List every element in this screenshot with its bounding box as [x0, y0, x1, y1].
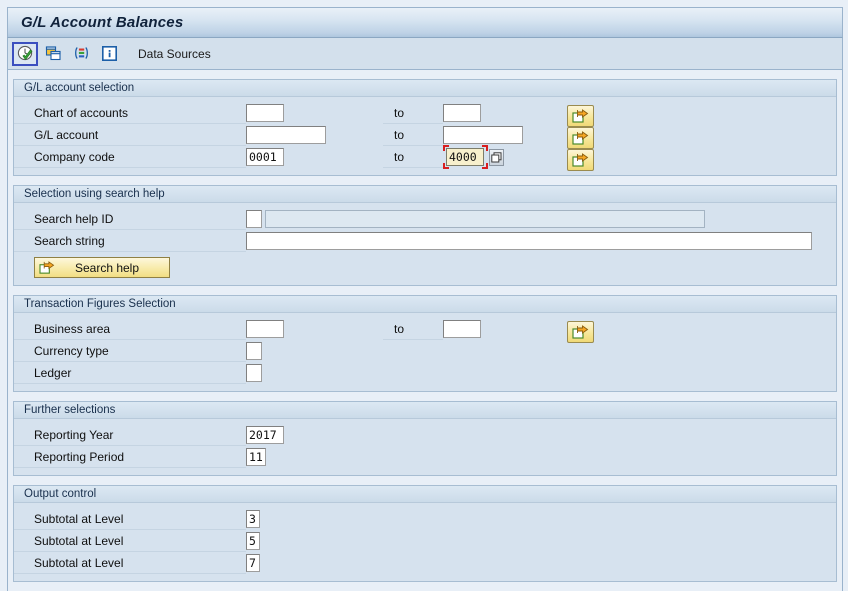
input-subtotal-at-level-1[interactable] [246, 510, 260, 528]
row-company-code: Company code to [14, 145, 836, 171]
multiple-selection-button-company-code[interactable] [567, 149, 594, 171]
execute-icon [17, 45, 34, 62]
to-label-gl-account: to [383, 124, 443, 146]
focus-corner-top-right [482, 145, 488, 151]
group-title: G/L account selection [24, 82, 135, 94]
input-company-code-to[interactable] [446, 148, 484, 166]
group-body-further-selections: Reporting Year Reporting Period [14, 419, 836, 475]
group-header-output-control: Output control [14, 485, 836, 503]
label-reporting-period: Reporting Period [14, 446, 246, 468]
application-toolbar: Data Sources [7, 38, 843, 70]
label-subtotal-at-level-3: Subtotal at Level [14, 552, 246, 574]
matchcode-icon [491, 151, 502, 162]
matchcode-button-company-code-to[interactable] [489, 148, 504, 166]
focus-corner-bottom-right [482, 163, 488, 169]
label-ledger: Ledger [14, 362, 246, 384]
input-chart-of-accounts-from[interactable] [246, 104, 284, 122]
multiple-selection-arrow-icon [572, 108, 589, 123]
row-search-help-id: Search help ID [14, 208, 836, 230]
focused-field-wrapper-company-code-to [443, 145, 488, 169]
input-search-help-id[interactable] [246, 210, 262, 228]
get-variant-icon [45, 45, 62, 62]
group-title: Output control [24, 488, 97, 500]
group-header-selection-using-search-help: Selection using search help [14, 185, 836, 203]
label-search-string: Search string [14, 230, 246, 252]
group-selection-using-search-help: Selection using search help Search help … [13, 185, 837, 286]
sap-selection-screen: G/L Account Balances Data Sources G/L ac… [0, 0, 848, 591]
group-header-gl-account-selection: G/L account selection [14, 79, 836, 97]
label-reporting-year: Reporting Year [14, 424, 246, 446]
multiple-selection-arrow-icon [572, 324, 589, 339]
input-ledger[interactable] [246, 364, 262, 382]
group-body-output-control: Subtotal at Level Subtotal at Level Subt… [14, 503, 836, 581]
multiple-selection-arrow-icon [572, 130, 589, 145]
focus-corner-top-left [443, 145, 449, 151]
to-label-chart-of-accounts: to [383, 102, 443, 124]
label-business-area: Business area [14, 318, 246, 340]
group-body-selection-using-search-help: Search help ID Search string Search help [14, 203, 836, 285]
group-output-control: Output control Subtotal at Level Subtota… [13, 485, 837, 582]
label-subtotal-at-level-2: Subtotal at Level [14, 530, 246, 552]
input-subtotal-at-level-2[interactable] [246, 532, 260, 550]
row-chart-of-accounts: Chart of accounts to [14, 102, 836, 127]
window-title-bar: G/L Account Balances [7, 7, 843, 38]
input-gl-account-to[interactable] [443, 126, 523, 144]
search-help-arrow-icon [39, 260, 55, 275]
row-subtotal-level-1: Subtotal at Level [14, 508, 836, 530]
to-label-company-code: to [383, 146, 443, 168]
input-subtotal-at-level-3[interactable] [246, 554, 260, 572]
row-business-area: Business area to [14, 318, 836, 343]
label-gl-account: G/L account [14, 124, 246, 146]
selection-options-icon [73, 45, 90, 62]
input-reporting-year[interactable] [246, 426, 284, 444]
row-gl-account: G/L account to [14, 124, 836, 149]
label-currency-type: Currency type [14, 340, 246, 362]
information-icon [101, 45, 118, 62]
search-help-button[interactable]: Search help [34, 257, 170, 278]
group-body-transaction-figures-selection: Business area to Currency type Ledger [14, 313, 836, 391]
execute-button[interactable] [12, 41, 38, 66]
group-title: Further selections [24, 404, 116, 416]
row-reporting-period: Reporting Period [14, 446, 836, 468]
row-ledger: Ledger [14, 362, 836, 384]
page-title: G/L Account Balances [21, 14, 184, 31]
get-variant-button[interactable] [40, 42, 66, 66]
group-gl-account-selection: G/L account selection Chart of accounts … [13, 79, 837, 176]
selection-options-button[interactable] [68, 42, 94, 66]
group-title: Transaction Figures Selection [24, 298, 176, 310]
label-chart-of-accounts: Chart of accounts [14, 102, 246, 124]
input-search-help-description [265, 210, 705, 228]
group-header-transaction-figures-selection: Transaction Figures Selection [14, 295, 836, 313]
multiple-selection-arrow-icon [572, 152, 589, 167]
input-chart-of-accounts-to[interactable] [443, 104, 481, 122]
input-company-code-from[interactable] [246, 148, 284, 166]
group-title: Selection using search help [24, 188, 165, 200]
group-header-further-selections: Further selections [14, 401, 836, 419]
label-search-help-id: Search help ID [14, 208, 246, 230]
selection-screen-content: G/L account selection Chart of accounts … [7, 70, 843, 591]
label-company-code: Company code [14, 146, 246, 168]
row-currency-type: Currency type [14, 340, 836, 362]
input-currency-type[interactable] [246, 342, 262, 360]
information-button[interactable] [96, 42, 122, 66]
group-transaction-figures-selection: Transaction Figures Selection Business a… [13, 295, 837, 392]
row-subtotal-level-2: Subtotal at Level [14, 530, 836, 552]
input-search-string[interactable] [246, 232, 812, 250]
row-search-string: Search string [14, 230, 836, 252]
group-body-gl-account-selection: Chart of accounts to G/L account to Comp… [14, 97, 836, 175]
focus-corner-bottom-left [443, 163, 449, 169]
input-business-area-from[interactable] [246, 320, 284, 338]
data-sources-label: Data Sources [138, 46, 211, 61]
row-reporting-year: Reporting Year [14, 424, 836, 446]
group-further-selections: Further selections Reporting Year Report… [13, 401, 837, 476]
input-business-area-to[interactable] [443, 320, 481, 338]
input-reporting-period[interactable] [246, 448, 266, 466]
label-subtotal-at-level-1: Subtotal at Level [14, 508, 246, 530]
row-subtotal-level-3: Subtotal at Level [14, 552, 836, 574]
to-label-business-area: to [383, 318, 443, 340]
search-help-button-label: Search help [74, 260, 140, 275]
input-gl-account-from[interactable] [246, 126, 326, 144]
